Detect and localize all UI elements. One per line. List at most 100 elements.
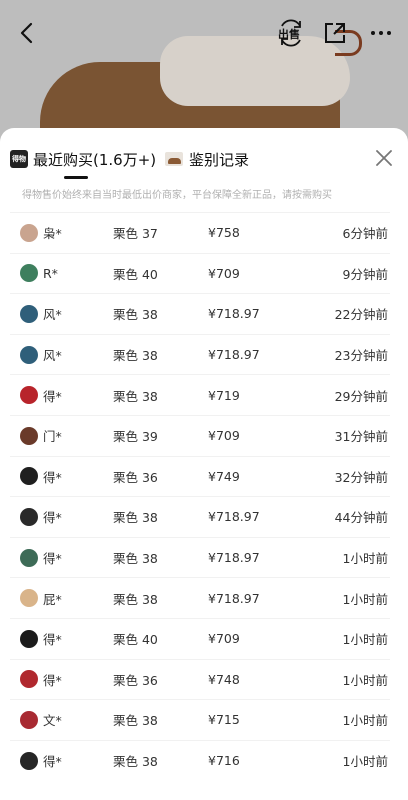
purchase-price: ¥718.97: [208, 509, 260, 525]
avatar: [20, 304, 38, 323]
tab-recent-purchases[interactable]: 得物 最近购买(1.6万+): [10, 148, 156, 170]
buyer-name: 得*: [43, 672, 62, 688]
back-button[interactable]: [12, 18, 42, 48]
purchase-row: 枭* 栗色 37 ¥758 6分钟前: [10, 212, 390, 253]
buyer-name: 得*: [43, 551, 62, 567]
purchase-row: 得* 栗色 38 ¥718.97 44分钟前: [10, 496, 390, 537]
purchase-row: 文* 栗色 38 ¥715 1小时前: [10, 699, 390, 740]
buyer-name: R*: [43, 265, 58, 281]
tab-authentication-label: 鉴别记录: [189, 150, 250, 169]
product-spec: 栗色 38: [113, 591, 158, 607]
purchase-price: ¥715: [208, 712, 240, 728]
product-spec: 栗色 40: [113, 632, 158, 648]
avatar: [20, 426, 38, 445]
purchase-price: ¥709: [208, 428, 240, 444]
purchase-time: 1小时前: [342, 672, 388, 688]
product-spec: 栗色 39: [113, 429, 158, 445]
purchase-price: ¥709: [208, 265, 240, 281]
price-notice: 得物售价始终来自当时最低出价商家，平台保障全新正品，请按需购买: [22, 190, 332, 201]
purchase-price: ¥718.97: [208, 590, 260, 606]
purchase-row: 得* 栗色 36 ¥748 1小时前: [10, 658, 390, 700]
purchase-price: ¥709: [208, 631, 240, 647]
share-button[interactable]: [320, 18, 350, 48]
purchase-time: 31分钟前: [334, 429, 388, 445]
purchase-price: ¥718.97: [208, 550, 260, 566]
purchase-price: ¥716: [208, 753, 240, 769]
buyer-name: 得*: [43, 469, 62, 485]
purchase-row: 得* 栗色 36 ¥749 32分钟前: [10, 455, 390, 497]
purchase-price: ¥748: [208, 671, 240, 687]
purchase-time: 29分钟前: [334, 388, 388, 404]
buyer-name: 文*: [43, 713, 62, 729]
dewu-logo-icon: 得物: [10, 150, 28, 168]
purchase-price: ¥719: [208, 387, 240, 403]
more-button[interactable]: [366, 18, 396, 48]
close-icon: [376, 150, 392, 166]
product-spec: 栗色 38: [113, 713, 158, 729]
purchase-time: 44分钟前: [334, 510, 388, 526]
tab-authentication-records[interactable]: 鉴别记录: [165, 148, 249, 170]
buyer-name: 风*: [43, 307, 62, 323]
purchase-time: 23分钟前: [334, 348, 388, 364]
buyer-name: 门*: [43, 429, 62, 445]
purchase-time: 6分钟前: [342, 226, 388, 242]
purchase-row: 得* 栗色 38 ¥716 1小时前: [10, 739, 390, 781]
share-icon: [325, 23, 345, 43]
purchase-records-sheet: 得物 最近购买(1.6万+) 鉴别记录 得物售价始终来自当时最低出价商家，平台保…: [0, 128, 408, 800]
product-spec: 栗色 38: [113, 388, 158, 404]
purchase-row: 得* 栗色 38 ¥719 29分钟前: [10, 374, 390, 415]
purchase-row: 风* 栗色 38 ¥718.97 22分钟前: [10, 293, 390, 334]
avatar: [20, 386, 38, 405]
purchase-row: 风* 栗色 38 ¥718.97 23分钟前: [10, 333, 390, 375]
avatar: [20, 751, 38, 770]
purchase-time: 1小时前: [342, 632, 388, 648]
active-tab-indicator: [64, 176, 88, 179]
purchase-row: R* 栗色 40 ¥709 9分钟前: [10, 252, 390, 294]
avatar: [20, 345, 38, 364]
sell-button[interactable]: 出售: [276, 18, 306, 48]
buyer-name: 得*: [43, 754, 62, 770]
buyer-name: 枭*: [43, 226, 62, 242]
tab-recent-label: 最近购买(1.6万+): [33, 150, 157, 169]
purchase-row: 得* 栗色 40 ¥709 1小时前: [10, 617, 390, 659]
purchase-time: 1小时前: [342, 754, 388, 770]
product-spec: 栗色 38: [113, 348, 158, 364]
purchase-price: ¥749: [208, 468, 240, 484]
buyer-name: 屁*: [43, 591, 62, 607]
avatar: [20, 467, 38, 486]
purchase-time: 32分钟前: [334, 469, 388, 485]
boot-thumbnail-icon: [165, 152, 183, 166]
avatar: [20, 670, 38, 689]
avatar: [20, 589, 38, 608]
purchase-time: 1小时前: [342, 713, 388, 729]
avatar: [20, 629, 38, 648]
purchase-time: 1小时前: [342, 551, 388, 567]
purchase-time: 9分钟前: [342, 266, 388, 282]
buyer-name: 得*: [43, 632, 62, 648]
purchase-time: 22分钟前: [334, 307, 388, 323]
product-spec: 栗色 38: [113, 307, 158, 323]
avatar: [20, 264, 38, 283]
purchase-row: 屁* 栗色 38 ¥718.97 1小时前: [10, 577, 390, 618]
product-spec: 栗色 37: [113, 226, 158, 242]
sell-label: 出售: [278, 28, 300, 41]
product-spec: 栗色 36: [113, 469, 158, 485]
product-spec: 栗色 38: [113, 510, 158, 526]
top-bar: 出售: [0, 0, 408, 64]
product-spec: 栗色 38: [113, 754, 158, 770]
product-spec: 栗色 36: [113, 672, 158, 688]
buyer-name: 得*: [43, 388, 62, 404]
purchase-price: ¥758: [208, 225, 240, 241]
buyer-name: 得*: [43, 510, 62, 526]
more-icon: [371, 31, 391, 35]
back-arrow-icon: [20, 22, 33, 44]
buyer-name: 风*: [43, 348, 62, 364]
close-button[interactable]: [374, 148, 394, 168]
avatar: [20, 710, 38, 729]
purchase-time: 1小时前: [342, 591, 388, 607]
sheet-tabs: 得物 最近购买(1.6万+) 鉴别记录: [0, 128, 408, 186]
avatar: [20, 223, 38, 242]
product-spec: 栗色 40: [113, 266, 158, 282]
purchase-list: 枭* 栗色 37 ¥758 6分钟前 R* 栗色 40 ¥709 9分钟前风* 栗色 38 ¥71…: [10, 212, 390, 780]
purchase-price: ¥718.97: [208, 306, 260, 322]
